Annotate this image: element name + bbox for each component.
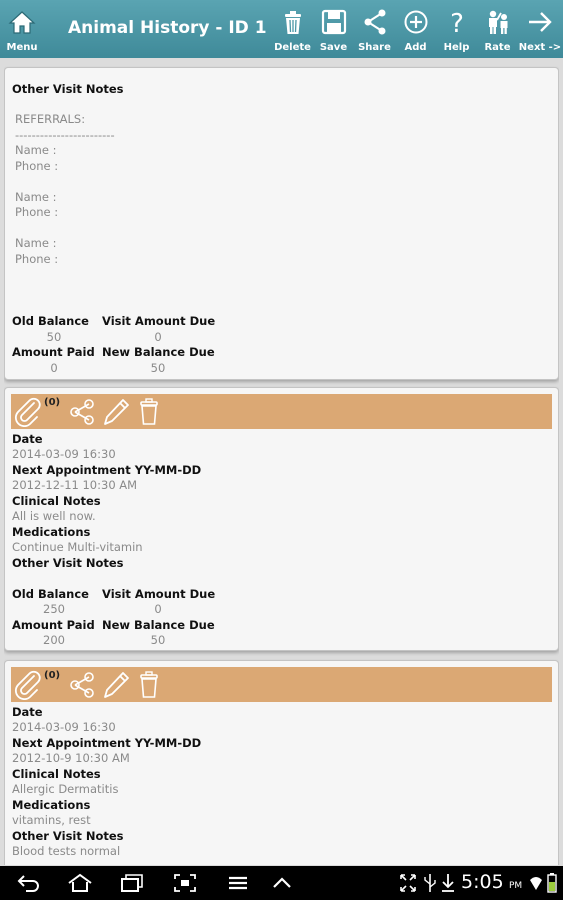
next-label: Next -> [518,42,562,53]
new-balance-due-label: New Balance Due [102,345,215,359]
visit-toolbar: (0) [11,394,552,429]
trash-icon [285,11,301,34]
clinical-notes-value: All is well now. [12,509,96,523]
action-bar: Menu Animal History - ID 1 Delete Save S… [0,0,563,58]
share-icon [364,9,386,35]
visit-amount-due-value: 0 [154,330,162,344]
clinical-notes-value: Allergic Dermatitis [12,782,119,796]
visit-amount-due-label: Visit Amount Due [102,314,216,328]
new-balance-due-value: 50 [150,633,166,647]
visit-card: (0) Date 2014-03-09 16:30 Next Appointme… [4,660,559,865]
fullscreen-icon [400,874,416,892]
pencil-icon[interactable] [101,670,131,700]
page-title: Animal History - ID 1 [68,18,267,38]
other-visit-notes-value: Blood tests normal [12,844,121,858]
history-card: Other Visit Notes REFERRALS: -----------… [4,67,559,380]
other-visit-notes-label: Other Visit Notes [12,829,124,843]
trash-icon[interactable] [137,397,161,427]
clinical-notes-label: Clinical Notes [12,494,101,508]
trash-icon[interactable] [137,670,161,700]
visit-amount-due-label: Visit Amount Due [102,587,216,601]
share-icon[interactable] [68,397,96,427]
clock-ampm: PM [509,881,523,891]
floppy-icon [321,9,347,35]
medications-label: Medications [12,525,91,539]
clock-time: 5:05 [461,871,504,893]
screenshot-icon[interactable] [172,872,198,894]
clinical-notes-label: Clinical Notes [12,767,101,781]
visit-toolbar: (0) [11,667,552,702]
back-icon[interactable] [16,872,42,894]
rate-button[interactable]: Rate [477,0,518,58]
date-label: Date [12,432,43,446]
delete-label: Delete [274,42,311,53]
amount-paid-label: Amount Paid [12,618,95,632]
share-button[interactable]: Share [354,0,395,58]
date-label: Date [12,705,43,719]
action-buttons: Delete Save Share Add ? Help Rate Next -… [272,0,562,58]
visit-list[interactable]: Other Visit Notes REFERRALS: -----------… [4,62,559,865]
next-appointment-value: 2012-10-9 10:30 AM [12,751,130,765]
recent-apps-icon[interactable] [119,872,145,894]
medications-value: Continue Multi-vitamin [12,540,143,554]
save-label: Save [319,42,348,53]
next-button[interactable]: Next -> [518,0,562,58]
add-label: Add [404,42,427,53]
old-balance-value: 250 [43,602,65,616]
amount-paid-value: 0 [50,361,58,375]
old-balance-value: 50 [46,330,62,344]
attachment-count: (0) [44,397,61,408]
menu-icon[interactable] [226,872,250,894]
plus-circle-icon [404,10,428,34]
menu-label: Menu [6,42,38,53]
help-button[interactable]: ? Help [436,0,477,58]
save-button[interactable]: Save [313,0,354,58]
paperclip-icon[interactable] [13,397,43,427]
question-icon: ? [450,9,464,36]
other-visit-notes-text: REFERRALS: ------------------------ Name… [15,112,115,266]
next-appointment-value: 2012-12-11 10:30 AM [12,478,138,492]
next-appointment-label: Next Appointment YY-MM-DD [12,463,202,477]
pencil-icon[interactable] [101,397,131,427]
next-appointment-label: Next Appointment YY-MM-DD [12,736,202,750]
share-label: Share [358,42,391,53]
date-value: 2014-03-09 16:30 [12,447,116,461]
download-icon [442,874,454,892]
menu-button[interactable]: Menu [0,0,44,58]
amount-paid-value: 200 [43,633,65,647]
other-visit-notes-label: Other Visit Notes [12,82,124,96]
battery-icon [547,873,557,893]
arrow-right-icon [529,12,552,32]
other-visit-notes-label: Other Visit Notes [12,556,124,570]
share-icon[interactable] [68,670,96,700]
new-balance-due-label: New Balance Due [102,618,215,632]
home-icon[interactable] [66,872,94,894]
visit-amount-due-value: 0 [154,602,162,616]
usb-icon [424,874,436,892]
visit-card: (0) Date 2014-03-09 16:30 Next Appointme… [4,387,559,651]
old-balance-label: Old Balance [12,314,89,328]
rate-people-icon [489,10,508,34]
rate-label: Rate [484,42,511,53]
svg-text:?: ? [450,9,464,36]
help-label: Help [443,42,470,53]
wifi-icon [530,877,542,890]
amount-paid-label: Amount Paid [12,345,95,359]
medications-value: vitamins, rest [12,813,91,827]
attachment-count: (0) [44,670,61,681]
paperclip-icon[interactable] [13,670,43,700]
chevron-up-icon[interactable] [270,872,294,894]
delete-button[interactable]: Delete [272,0,313,58]
date-value: 2014-03-09 16:30 [12,720,116,734]
system-nav-bar: 5:05 PM [0,866,563,900]
old-balance-label: Old Balance [12,587,89,601]
home-icon [8,11,36,34]
add-button[interactable]: Add [395,0,436,58]
new-balance-due-value: 50 [150,361,166,375]
medications-label: Medications [12,798,91,812]
